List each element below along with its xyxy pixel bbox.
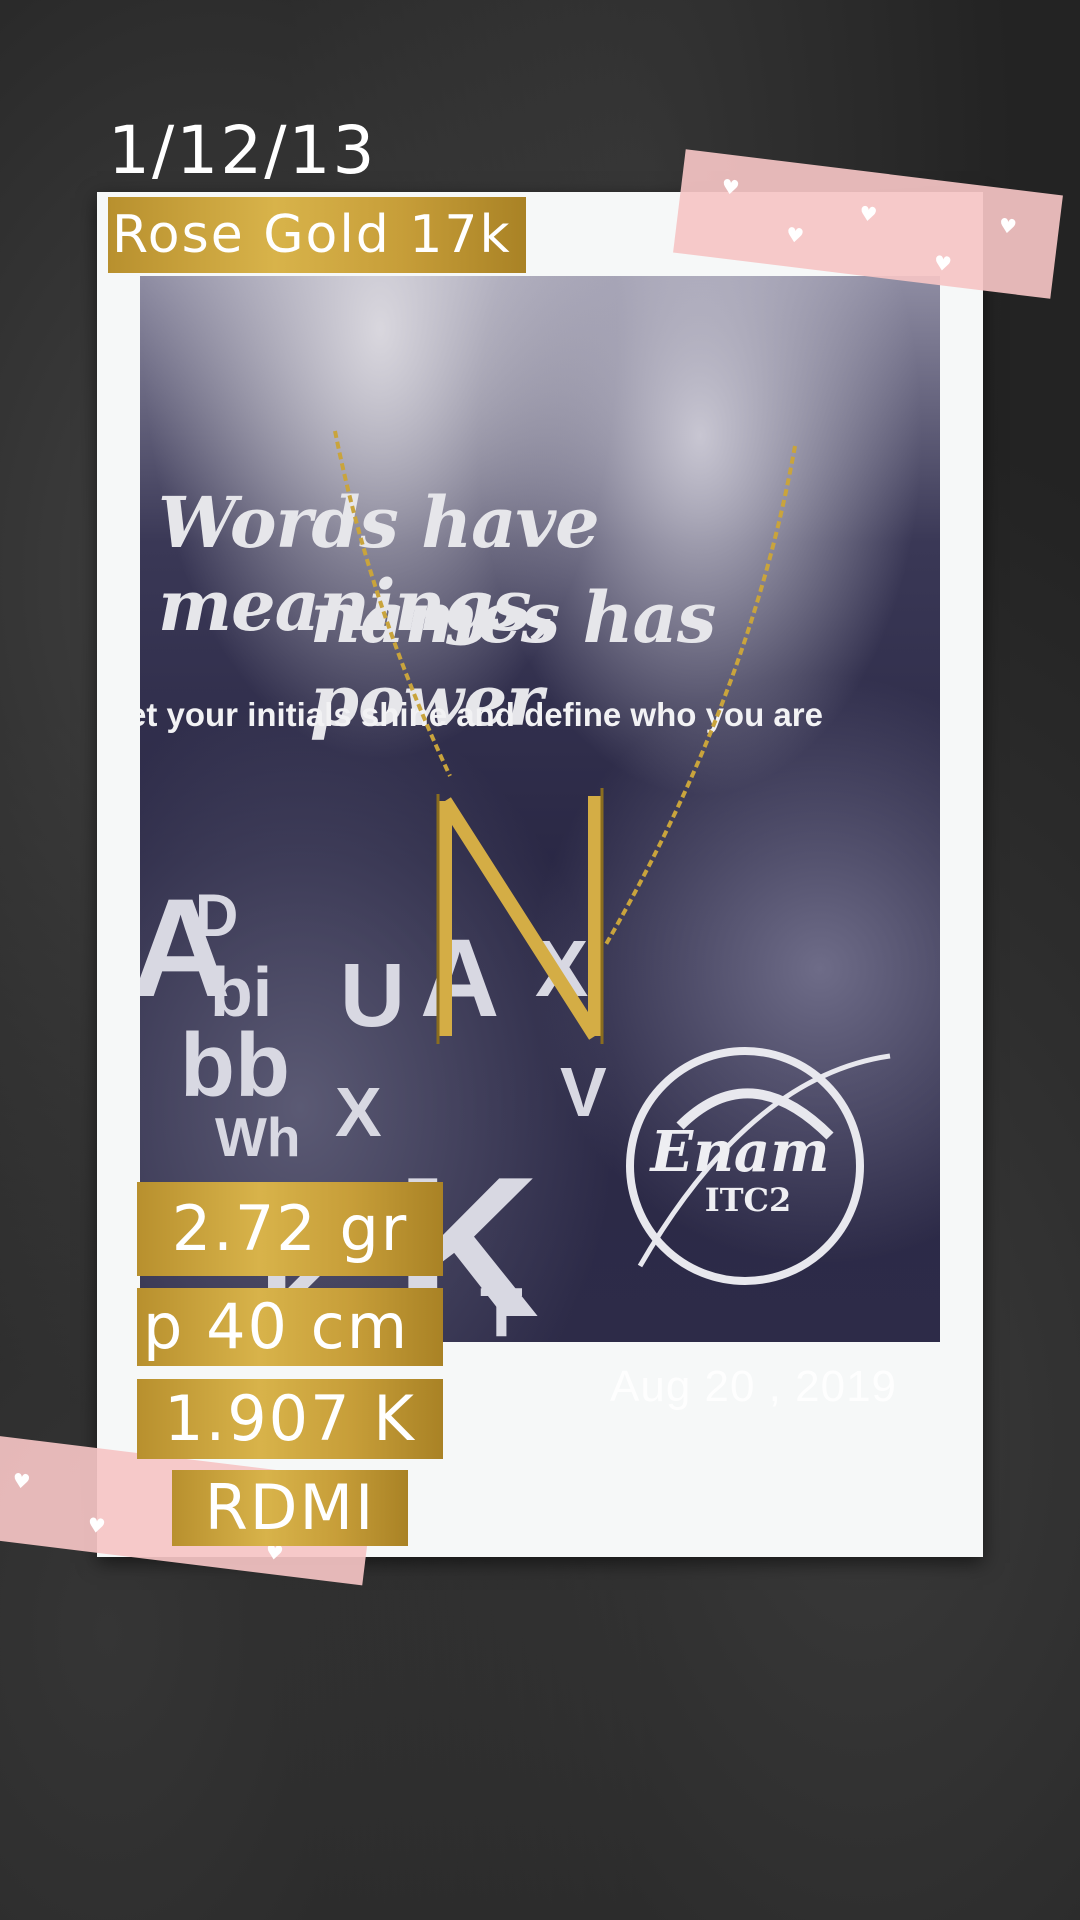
material-label: Rose Gold 17k <box>108 197 526 273</box>
karat-label: 1.907 K <box>137 1379 443 1459</box>
heart-icon: ♥ <box>720 173 741 200</box>
heart-icon: ♥ <box>997 213 1019 240</box>
pendant-letter-n <box>438 796 602 1040</box>
length-label: p 40 cm <box>137 1288 443 1366</box>
heart-icon: ♥ <box>932 250 954 277</box>
code-label: RDMI <box>172 1470 408 1546</box>
date-label: 1/12/13 <box>108 112 377 189</box>
photo-date: Aug 20 , 2019 <box>610 1362 898 1411</box>
weight-label: 2.72 gr <box>137 1182 443 1276</box>
heart-icon: ♥ <box>10 1468 32 1495</box>
heart-icon: ♥ <box>857 200 879 227</box>
heart-icon: ♥ <box>784 222 806 249</box>
heart-icon: ♥ <box>86 1512 107 1539</box>
